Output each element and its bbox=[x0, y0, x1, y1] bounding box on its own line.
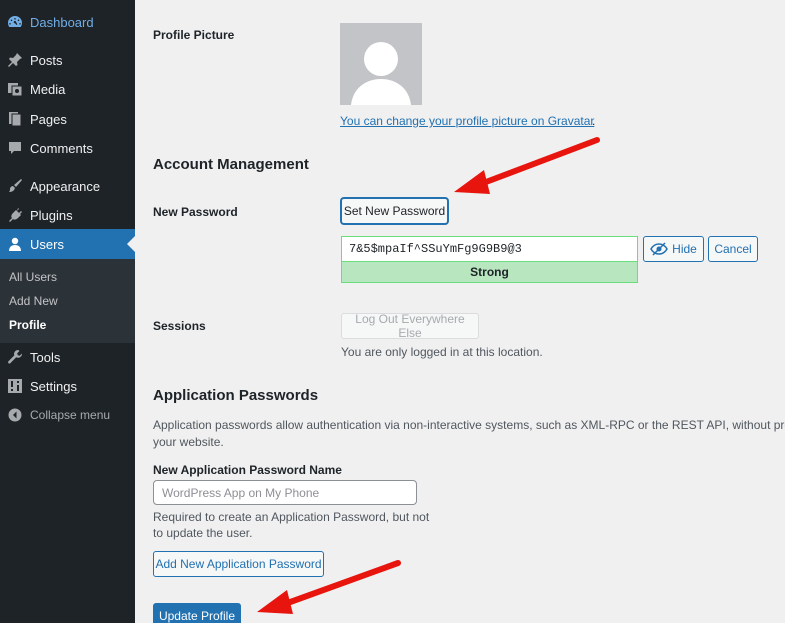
log-out-everywhere-button[interactable]: Log Out Everywhere Else bbox=[341, 312, 479, 340]
annotation-arrow-to-update-profile bbox=[257, 560, 401, 614]
submenu-item-all-users[interactable]: All Users bbox=[9, 270, 57, 284]
sidebar-item-label: Dashboard bbox=[30, 14, 94, 30]
sidebar-item-users[interactable]: Users bbox=[0, 229, 135, 259]
gravatar-link-suffix: . bbox=[592, 114, 596, 128]
application-passwords-description: Application passwords allow authenticati… bbox=[153, 418, 785, 432]
password-strength-indicator: Strong bbox=[341, 261, 638, 283]
sidebar-item-label: Appearance bbox=[30, 178, 101, 194]
sessions-note: You are only logged in at this location. bbox=[341, 345, 543, 359]
current-menu-pointer bbox=[127, 236, 135, 252]
sidebar-item-label: Posts bbox=[30, 52, 63, 68]
gravatar-link[interactable]: You can change your profile picture on G… bbox=[340, 114, 594, 128]
submenu-item-profile[interactable]: Profile bbox=[9, 318, 46, 332]
sessions-label: Sessions bbox=[153, 319, 206, 333]
avatar bbox=[340, 23, 422, 105]
sidebar-item-label: Pages bbox=[30, 111, 67, 127]
sidebar-item-settings[interactable]: Settings bbox=[0, 371, 135, 401]
sidebar-item-dashboard[interactable]: Dashboard bbox=[0, 7, 135, 37]
collapse-menu-button[interactable]: Collapse menu bbox=[0, 400, 135, 430]
sidebar-item-label: Settings bbox=[30, 378, 77, 394]
sidebar-item-comments[interactable]: Comments bbox=[0, 133, 135, 163]
sidebar-item-label: Plugins bbox=[30, 207, 73, 223]
sidebar-item-posts[interactable]: Posts bbox=[0, 45, 135, 75]
password-field[interactable]: 7&5$mpaIf^SSuYmFg9G9B9@3 bbox=[341, 236, 638, 262]
settings-icon bbox=[7, 378, 23, 394]
media-icon bbox=[7, 81, 23, 97]
pin-icon bbox=[7, 52, 23, 68]
admin-sidebar: Dashboard Posts Media Pages Comments App… bbox=[0, 0, 135, 623]
set-new-password-button[interactable]: Set New Password bbox=[341, 198, 448, 224]
app-password-name-input[interactable] bbox=[153, 480, 417, 505]
sidebar-item-label: Media bbox=[30, 81, 66, 97]
app-password-help: Required to create an Application Passwo… bbox=[153, 510, 430, 524]
plugin-icon bbox=[7, 207, 23, 223]
account-management-heading: Account Management bbox=[153, 156, 309, 173]
app-password-help-cont: to update the user. bbox=[153, 526, 253, 540]
annotation-arrow-to-set-password bbox=[454, 137, 600, 194]
users-icon bbox=[7, 236, 23, 252]
users-submenu: All Users Add New Profile bbox=[0, 259, 135, 343]
brush-icon bbox=[7, 178, 23, 194]
pages-icon bbox=[7, 111, 23, 127]
new-password-label: New Password bbox=[153, 205, 238, 219]
application-passwords-heading: Application Passwords bbox=[153, 387, 319, 404]
sidebar-item-pages[interactable]: Pages bbox=[0, 104, 135, 134]
default-avatar-icon bbox=[351, 42, 411, 105]
sidebar-item-plugins[interactable]: Plugins bbox=[0, 200, 135, 230]
hide-password-button[interactable]: Hide bbox=[643, 236, 704, 262]
app-password-name-label: New Application Password Name bbox=[153, 463, 342, 477]
sidebar-item-label: Users bbox=[30, 236, 64, 252]
wrench-icon bbox=[7, 349, 23, 365]
sidebar-item-label: Comments bbox=[30, 140, 93, 156]
submenu-item-add-new[interactable]: Add New bbox=[9, 294, 58, 308]
sidebar-item-label: Tools bbox=[30, 349, 61, 365]
sidebar-item-media[interactable]: Media bbox=[0, 74, 135, 104]
update-profile-button[interactable]: Update Profile bbox=[153, 603, 241, 623]
sidebar-item-label: Collapse menu bbox=[30, 408, 111, 422]
password-value: 7&5$mpaIf^SSuYmFg9G9B9@3 bbox=[349, 242, 522, 256]
eye-slash-icon bbox=[650, 242, 669, 256]
application-passwords-description-cont: your website. bbox=[153, 435, 224, 449]
comment-icon bbox=[7, 140, 23, 156]
dashboard-icon bbox=[7, 14, 23, 30]
collapse-icon bbox=[7, 407, 23, 423]
sidebar-item-tools[interactable]: Tools bbox=[0, 342, 135, 372]
cancel-button[interactable]: Cancel bbox=[708, 236, 758, 262]
profile-picture-label: Profile Picture bbox=[153, 28, 235, 42]
sidebar-item-appearance[interactable]: Appearance bbox=[0, 171, 135, 201]
hide-label: Hide bbox=[672, 242, 697, 256]
